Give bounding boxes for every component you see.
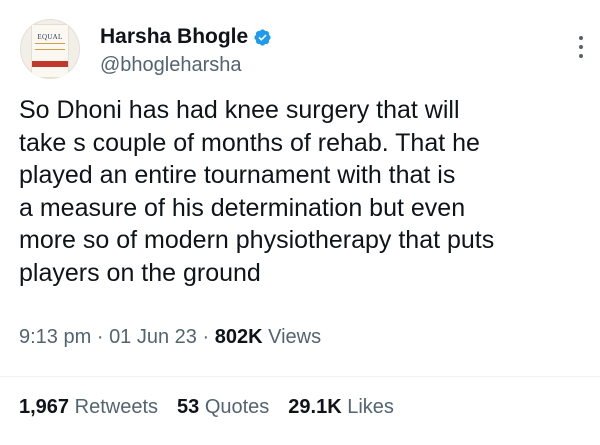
meta-separator: ·	[96, 326, 104, 348]
tweet-text-line: take s couple of months of rehab. That h…	[19, 128, 480, 157]
tweet-text-line: played an entire tournament with that is	[19, 161, 456, 190]
author-handle[interactable]: @bhogleharsha	[100, 53, 242, 77]
retweets-count: 1,967	[19, 396, 70, 418]
retweets-label: Retweets	[74, 396, 158, 418]
book-title: EQUAL	[37, 33, 63, 41]
tweet-text-line: players on the ground	[19, 258, 261, 287]
quotes-count: 53	[177, 396, 200, 418]
author-display-name[interactable]: Harsha Bhogle	[100, 24, 248, 50]
verified-badge-icon	[254, 28, 271, 46]
tweet-card: EQUAL Harsha Bhogle @bhogleharsha So Dho…	[0, 0, 600, 445]
likes-label: Likes	[347, 396, 394, 418]
author-name-row: Harsha Bhogle	[100, 24, 272, 50]
views-label: Views	[268, 326, 322, 348]
likes-count: 29.1K	[288, 396, 342, 418]
tweet-date[interactable]: 01 Jun 23	[109, 326, 197, 348]
avatar[interactable]: EQUAL	[20, 19, 80, 79]
engagement-stats: 1,967 Retweets 53 Quotes 29.1K Likes	[19, 394, 413, 420]
views-count[interactable]: 802K	[215, 326, 263, 348]
tweet-text-line: a measure of his determination but even	[19, 193, 466, 222]
retweets-stat[interactable]: 1,967 Retweets	[19, 394, 158, 420]
more-options-icon[interactable]	[574, 36, 588, 58]
meta-separator: ·	[202, 326, 210, 348]
book-cover-image: EQUAL	[31, 24, 69, 78]
divider	[0, 376, 600, 377]
likes-stat[interactable]: 29.1K Likes	[288, 394, 394, 420]
tweet-time[interactable]: 9:13 pm	[19, 326, 91, 348]
tweet-text-line: more so of modern physiotherapy that put…	[19, 226, 495, 255]
tweet-meta: 9:13 pm · 01 Jun 23 · 802K Views	[19, 324, 321, 350]
tweet-text: So Dhoni has had knee surgery that will …	[19, 94, 591, 290]
tweet-text-line: So Dhoni has had knee surgery that will	[19, 96, 460, 124]
quotes-stat[interactable]: 53 Quotes	[177, 394, 269, 420]
quotes-label: Quotes	[204, 396, 270, 418]
